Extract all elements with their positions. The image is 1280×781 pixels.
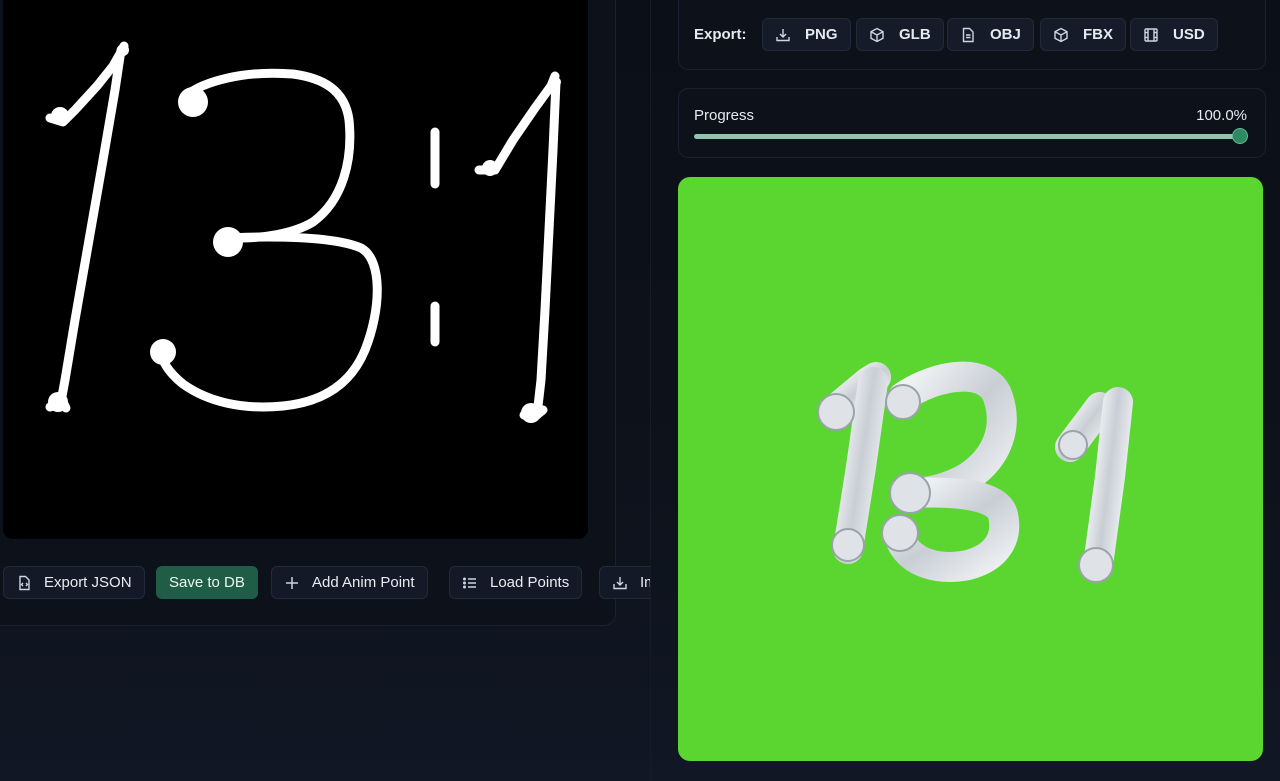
download-icon [775, 27, 791, 43]
progress-label: Progress [694, 107, 755, 124]
load-points-label: Load Points [490, 574, 570, 591]
add-anim-point-label: Add Anim Point [312, 574, 415, 591]
3d-model-render [817, 361, 1133, 583]
progress-bar [694, 128, 1248, 144]
panel-divider [650, 0, 651, 781]
plus-icon [284, 575, 300, 591]
canvas-toolbar: Export JSON Save to DB Add Anim Point Lo… [0, 564, 650, 602]
progress-thumb[interactable] [1232, 128, 1248, 144]
drawing-canvas[interactable] [3, 0, 588, 539]
export-glb-button[interactable]: GLB [856, 18, 944, 51]
export-usd-button[interactable]: USD [1130, 18, 1218, 51]
cube-icon [1053, 27, 1069, 43]
export-png-button[interactable]: PNG [762, 18, 851, 51]
3d-preview-viewport[interactable] [678, 177, 1263, 761]
hand-drawn-strokes [45, 41, 561, 423]
export-json-label: Export JSON [44, 574, 132, 591]
file-icon [960, 27, 976, 43]
cube-icon [869, 27, 885, 43]
export-obj-label: OBJ [990, 26, 1021, 43]
export-fbx-button[interactable]: FBX [1040, 18, 1126, 51]
save-to-db-label: Save to DB [169, 574, 245, 591]
export-usd-label: USD [1173, 26, 1205, 43]
import-button[interactable]: Import [599, 566, 650, 599]
export-obj-button[interactable]: OBJ [947, 18, 1034, 51]
progress-fill [694, 134, 1240, 139]
film-icon [1143, 27, 1159, 43]
progress-value: 100.0% [1196, 107, 1247, 124]
load-points-button[interactable]: Load Points [449, 566, 583, 599]
add-anim-point-button[interactable]: Add Anim Point [271, 566, 428, 599]
export-png-label: PNG [805, 26, 838, 43]
export-fbx-label: FBX [1083, 26, 1113, 43]
import-icon [612, 575, 628, 591]
export-label: Export: [694, 26, 747, 43]
import-label: Import [640, 574, 650, 591]
list-icon [462, 575, 478, 591]
progress-card [678, 88, 1266, 158]
save-to-db-button[interactable]: Save to DB [156, 566, 258, 599]
file-code-icon [16, 575, 32, 591]
export-glb-label: GLB [899, 26, 931, 43]
export-json-button[interactable]: Export JSON [3, 566, 145, 599]
